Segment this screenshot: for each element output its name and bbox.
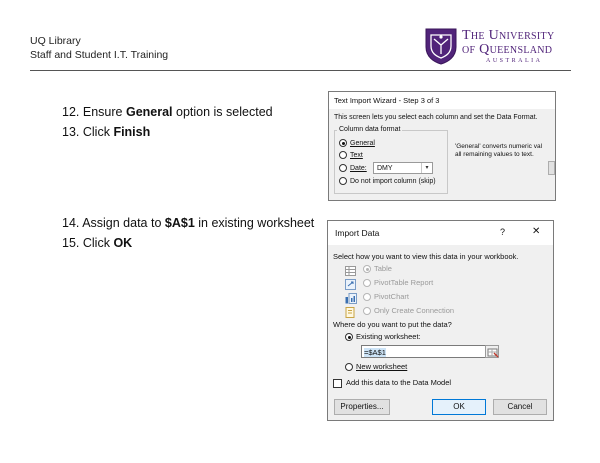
step-14: 14. Assign data to $A$1 in existing work… xyxy=(62,216,315,230)
uni-name-line2: of Queensland xyxy=(462,42,553,57)
group-label: Column data format xyxy=(337,126,403,133)
range-picker-icon xyxy=(487,348,498,357)
radio-connection[interactable] xyxy=(363,307,371,316)
wizard-title: Text Import Wizard - Step 3 of 3 xyxy=(329,92,555,110)
data-model-option[interactable]: Add this data to the Data Model xyxy=(333,378,451,388)
view-option-connection[interactable]: Only Create Connection xyxy=(363,306,454,316)
existing-worksheet-value: =$A$1 xyxy=(364,347,386,357)
option-text[interactable]: Text xyxy=(339,151,363,159)
option-general[interactable]: General xyxy=(339,139,375,147)
step-12: 12. Ensure General option is selected xyxy=(62,105,273,119)
put-prompt: Where do you want to put the data? xyxy=(333,320,452,329)
text-import-wizard-dialog: Text Import Wizard - Step 3 of 3 This sc… xyxy=(328,91,556,201)
radio-pivotchart[interactable] xyxy=(363,293,371,302)
properties-button[interactable]: Properties... xyxy=(334,399,390,415)
ok-button[interactable]: OK xyxy=(432,399,486,415)
option-date[interactable]: Date: xyxy=(339,164,367,172)
org-name: UQ Library xyxy=(30,35,81,47)
step-13: 13. Click Finish xyxy=(62,125,151,139)
import-data-dialog: Import Data ? ✕ Select how you want to v… xyxy=(327,220,554,421)
data-model-checkbox[interactable] xyxy=(333,378,342,388)
radio-date[interactable] xyxy=(339,164,347,172)
date-format-select[interactable]: DMY ▾ xyxy=(373,162,433,174)
view-prompt: Select how you want to view this data in… xyxy=(333,252,519,261)
uq-crest-icon xyxy=(424,27,458,65)
step-15: 15. Click OK xyxy=(62,236,133,250)
general-note-line2: all remaining values to text. xyxy=(455,151,534,158)
radio-text[interactable] xyxy=(339,151,347,159)
range-picker-button[interactable] xyxy=(485,345,499,358)
uni-country: AUSTRALIA xyxy=(486,58,543,64)
help-icon[interactable]: ? xyxy=(500,227,505,237)
import-titlebar: Import Data ? ✕ xyxy=(328,221,553,245)
import-title: Import Data xyxy=(335,228,380,238)
view-option-pivottable[interactable]: PivotTable Report xyxy=(363,278,433,288)
option-skip[interactable]: Do not import column (skip) xyxy=(339,177,436,185)
radio-general[interactable] xyxy=(339,139,347,147)
existing-worksheet-option[interactable]: Existing worksheet: xyxy=(345,332,421,342)
date-format-value: DMY xyxy=(377,164,393,172)
wizard-instruction: This screen lets you select each column … xyxy=(334,114,538,121)
radio-existing-worksheet[interactable] xyxy=(345,333,353,342)
view-option-pivotchart[interactable]: PivotChart xyxy=(363,292,409,302)
cancel-button[interactable]: Cancel xyxy=(493,399,547,415)
radio-new-worksheet[interactable] xyxy=(345,363,353,372)
advanced-button-edge[interactable] xyxy=(548,161,555,175)
existing-worksheet-input[interactable]: =$A$1 xyxy=(361,345,487,358)
radio-table[interactable] xyxy=(363,265,371,274)
chevron-down-icon[interactable]: ▾ xyxy=(421,163,432,173)
close-icon[interactable]: ✕ xyxy=(532,226,540,237)
general-note-line1: 'General' converts numeric val xyxy=(455,143,543,150)
header-divider xyxy=(30,70,571,71)
view-option-table[interactable]: Table xyxy=(363,264,392,274)
radio-pivottable[interactable] xyxy=(363,279,371,288)
new-worksheet-option[interactable]: New worksheet xyxy=(345,362,407,372)
radio-skip[interactable] xyxy=(339,177,347,185)
org-department: Staff and Student I.T. Training xyxy=(30,49,169,61)
